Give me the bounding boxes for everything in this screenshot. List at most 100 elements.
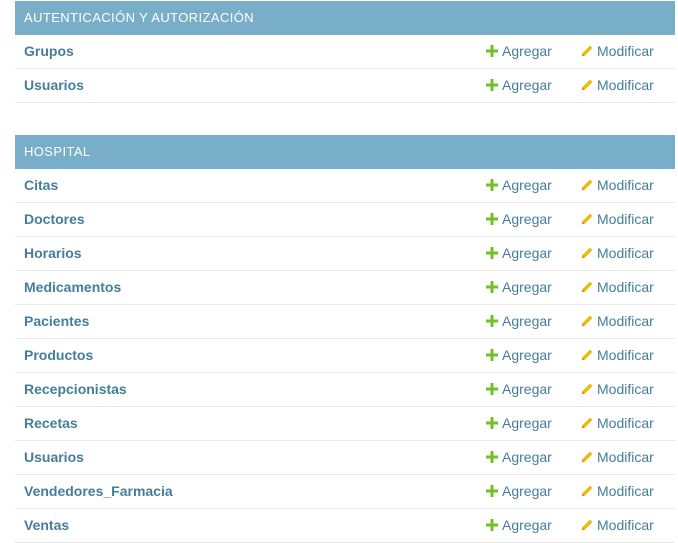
add-link[interactable]: Agregar (486, 203, 552, 236)
table-row: Vendedores_Farmacia Agregar Modificar (15, 475, 675, 509)
table-row: Recepcionistas Agregar Modificar (15, 373, 675, 407)
add-link[interactable]: Agregar (486, 305, 552, 338)
add-link[interactable]: Agregar (486, 35, 552, 68)
model-link[interactable]: Recetas (24, 407, 78, 440)
add-label: Agregar (502, 77, 552, 93)
change-link[interactable]: Modificar (581, 203, 654, 236)
add-link[interactable]: Agregar (486, 339, 552, 372)
add-label: Agregar (502, 177, 552, 193)
model-link[interactable]: Usuarios (24, 441, 84, 474)
pencil-icon (581, 417, 593, 429)
change-label: Modificar (597, 483, 654, 499)
pencil-icon (581, 213, 593, 225)
pencil-icon (581, 383, 593, 395)
add-label: Agregar (502, 347, 552, 363)
table-row: Medicamentos Agregar Modificar (15, 271, 675, 305)
change-link[interactable]: Modificar (581, 339, 654, 372)
add-label: Agregar (502, 245, 552, 261)
change-link[interactable]: Modificar (581, 169, 654, 202)
model-link[interactable]: Horarios (24, 237, 82, 270)
add-link[interactable]: Agregar (486, 69, 552, 102)
add-label: Agregar (502, 211, 552, 227)
table-row: Usuarios Agregar Modificar (15, 69, 675, 103)
add-link[interactable]: Agregar (486, 237, 552, 270)
pencil-icon (581, 519, 593, 531)
model-link[interactable]: Ventas (24, 509, 69, 542)
add-link[interactable]: Agregar (486, 407, 552, 440)
add-link[interactable]: Agregar (486, 475, 552, 508)
plus-icon (486, 383, 498, 395)
change-label: Modificar (597, 43, 654, 59)
pencil-icon (581, 485, 593, 497)
table-row: Pacientes Agregar Modificar (15, 305, 675, 339)
module-auth: Autenticación y autorización Grupos Agre… (15, 1, 675, 103)
model-link[interactable]: Vendedores_Farmacia (24, 475, 173, 508)
pencil-icon (581, 45, 593, 57)
change-link[interactable]: Modificar (581, 407, 654, 440)
change-label: Modificar (597, 245, 654, 261)
change-link[interactable]: Modificar (581, 35, 654, 68)
model-link[interactable]: Citas (24, 169, 58, 202)
change-label: Modificar (597, 347, 654, 363)
plus-icon (486, 79, 498, 91)
add-link[interactable]: Agregar (486, 169, 552, 202)
plus-icon (486, 519, 498, 531)
plus-icon (486, 179, 498, 191)
change-label: Modificar (597, 415, 654, 431)
pencil-icon (581, 451, 593, 463)
model-link[interactable]: Pacientes (24, 305, 89, 338)
table-row: Citas Agregar Modificar (15, 169, 675, 203)
change-link[interactable]: Modificar (581, 237, 654, 270)
pencil-icon (581, 315, 593, 327)
add-label: Agregar (502, 517, 552, 533)
add-link[interactable]: Agregar (486, 509, 552, 542)
change-link[interactable]: Modificar (581, 475, 654, 508)
add-label: Agregar (502, 313, 552, 329)
add-label: Agregar (502, 279, 552, 295)
plus-icon (486, 485, 498, 497)
module-caption[interactable]: Hospital (15, 135, 675, 169)
module-caption[interactable]: Autenticación y autorización (15, 1, 675, 35)
change-label: Modificar (597, 211, 654, 227)
table-row: Productos Agregar Modificar (15, 339, 675, 373)
model-link[interactable]: Usuarios (24, 69, 84, 102)
plus-icon (486, 417, 498, 429)
change-label: Modificar (597, 279, 654, 295)
plus-icon (486, 349, 498, 361)
change-link[interactable]: Modificar (581, 305, 654, 338)
add-label: Agregar (502, 43, 552, 59)
add-link[interactable]: Agregar (486, 441, 552, 474)
model-link[interactable]: Medicamentos (24, 271, 121, 304)
table-row: Usuarios Agregar Modificar (15, 441, 675, 475)
table-row: Doctores Agregar Modificar (15, 203, 675, 237)
plus-icon (486, 247, 498, 259)
add-label: Agregar (502, 415, 552, 431)
change-link[interactable]: Modificar (581, 441, 654, 474)
add-link[interactable]: Agregar (486, 373, 552, 406)
table-row: Grupos Agregar Modificar (15, 35, 675, 69)
add-link[interactable]: Agregar (486, 271, 552, 304)
module-hospital: Hospital Citas Agregar Modificar Doctore… (15, 135, 675, 543)
plus-icon (486, 281, 498, 293)
model-link[interactable]: Grupos (24, 35, 74, 68)
change-label: Modificar (597, 313, 654, 329)
pencil-icon (581, 281, 593, 293)
model-link[interactable]: Doctores (24, 203, 85, 236)
change-label: Modificar (597, 177, 654, 193)
change-link[interactable]: Modificar (581, 271, 654, 304)
table-row: Recetas Agregar Modificar (15, 407, 675, 441)
add-label: Agregar (502, 449, 552, 465)
table-row: Horarios Agregar Modificar (15, 237, 675, 271)
change-label: Modificar (597, 517, 654, 533)
add-label: Agregar (502, 483, 552, 499)
change-link[interactable]: Modificar (581, 509, 654, 542)
plus-icon (486, 45, 498, 57)
change-label: Modificar (597, 77, 654, 93)
change-link[interactable]: Modificar (581, 69, 654, 102)
model-link[interactable]: Recepcionistas (24, 373, 127, 406)
table-row: Ventas Agregar Modificar (15, 509, 675, 543)
plus-icon (486, 315, 498, 327)
model-link[interactable]: Productos (24, 339, 93, 372)
change-link[interactable]: Modificar (581, 373, 654, 406)
change-label: Modificar (597, 381, 654, 397)
